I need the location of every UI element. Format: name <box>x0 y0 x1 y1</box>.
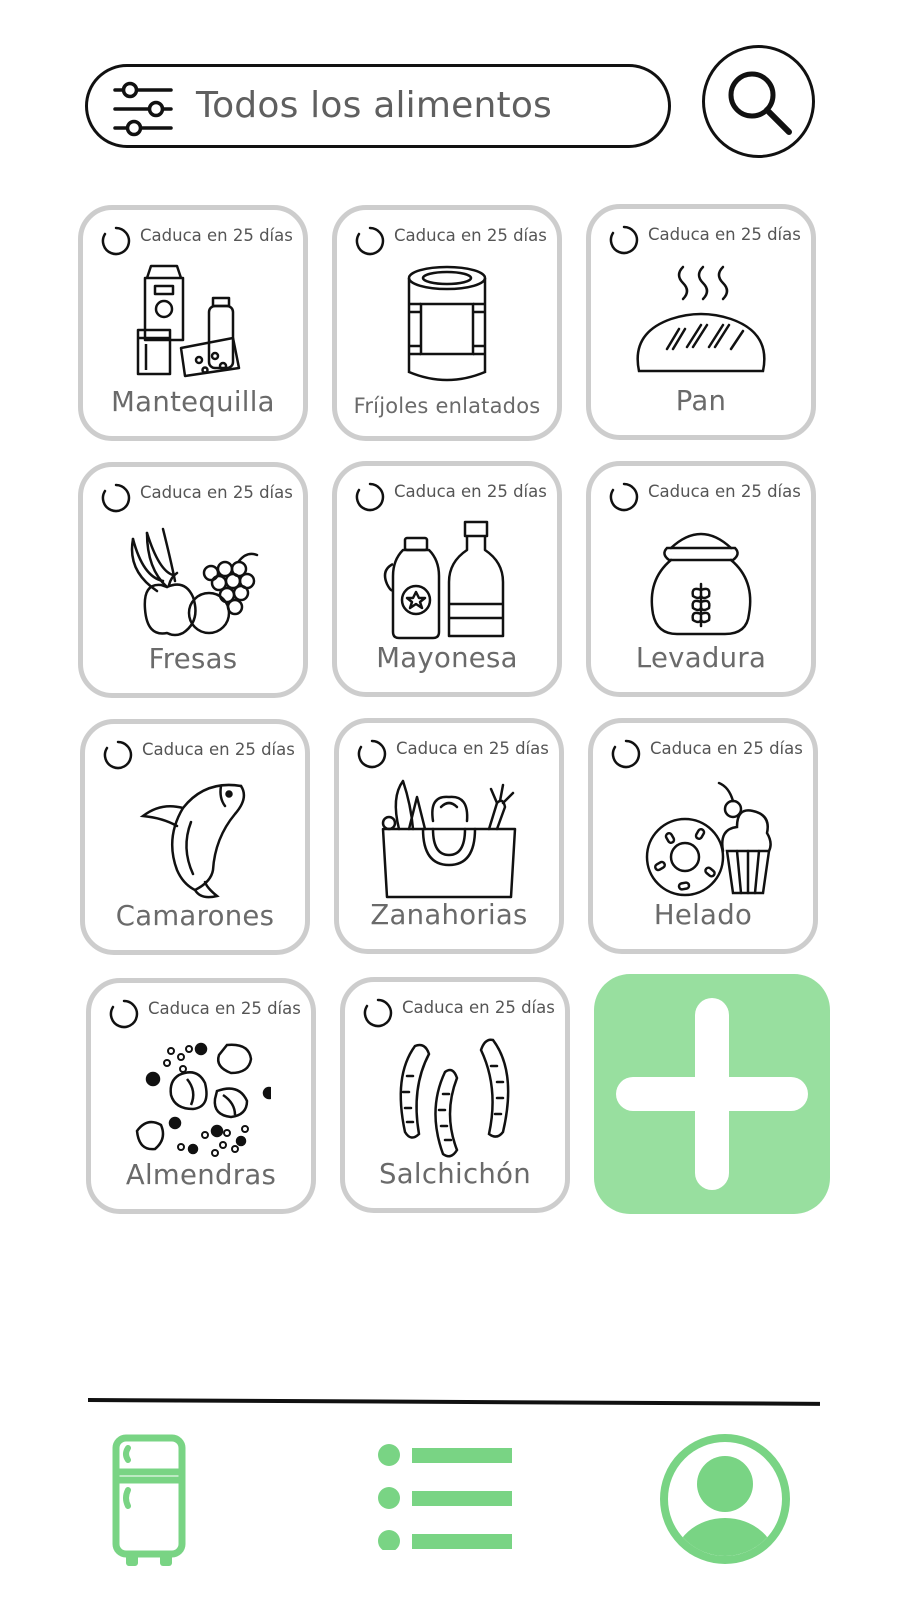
food-name: Helado <box>653 899 753 931</box>
food-card[interactable]: Caduca en 25 días Pan <box>586 204 816 440</box>
food-card[interactable]: Caduca en 25 días Zanahorias <box>334 718 564 954</box>
food-name: Levadura <box>635 642 767 674</box>
food-name: Pan <box>675 385 727 417</box>
expiry-spinner-icon <box>363 998 393 1028</box>
food-name: Almendras <box>125 1159 277 1191</box>
expiry-spinner-icon <box>357 739 387 769</box>
expiry-spinner-icon <box>355 482 385 512</box>
add-food-button[interactable] <box>594 974 830 1214</box>
expiry-spinner-icon <box>609 225 639 255</box>
nuts-seeds-icon <box>135 1042 271 1157</box>
search-icon <box>728 71 792 135</box>
food-name: Mantequilla <box>111 386 275 418</box>
expiry-label: Caduca en 25 días <box>650 739 803 758</box>
expiry-label: Caduca en 25 días <box>402 998 555 1017</box>
food-card[interactable]: Caduca en 25 días Mantequilla <box>78 205 308 441</box>
food-card[interactable]: Caduca en 25 días Fríjoles enlatados <box>332 205 562 441</box>
expiry-label: Caduca en 25 días <box>140 483 293 502</box>
food-name: Zanahorias <box>370 899 528 931</box>
food-name: Camarones <box>115 900 275 932</box>
expiry-spinner-icon <box>355 226 385 256</box>
expiry-label: Caduca en 25 días <box>648 225 801 244</box>
plus-icon-horizontal <box>616 1077 808 1111</box>
food-card[interactable]: Caduca en 25 días Fresas <box>78 462 308 698</box>
expiry-spinner-icon <box>109 999 139 1029</box>
search-bar[interactable]: Todos los alimentos <box>85 64 671 148</box>
sausages-icon <box>399 1038 510 1158</box>
food-name: Fresas <box>148 643 238 675</box>
food-card[interactable]: Caduca en 25 días Salchichón <box>340 977 570 1213</box>
expiry-label: Caduca en 25 días <box>142 740 295 759</box>
flour-sack-icon <box>650 532 752 636</box>
fridge-icon[interactable] <box>112 1434 186 1568</box>
food-card[interactable]: Caduca en 25 días Mayonesa <box>332 461 562 697</box>
expiry-spinner-icon <box>609 482 639 512</box>
dairy-icon <box>136 264 241 378</box>
expiry-label: Caduca en 25 días <box>648 482 801 501</box>
expiry-label: Caduca en 25 días <box>396 739 549 758</box>
profile-icon[interactable] <box>658 1432 792 1566</box>
bottom-nav-divider <box>87 1398 821 1406</box>
search-label[interactable]: Todos los alimentos <box>196 81 552 131</box>
filter-sliders-icon[interactable] <box>112 81 174 137</box>
list-icon[interactable] <box>376 1442 514 1550</box>
bread-icon <box>636 265 766 373</box>
canned-food-icon <box>407 265 487 382</box>
desserts-icon <box>645 781 772 897</box>
food-card[interactable]: Caduca en 25 días Helado <box>588 718 818 954</box>
expiry-spinner-icon <box>101 226 131 256</box>
fish-icon <box>139 783 246 899</box>
bottles-icon <box>383 520 505 640</box>
food-card[interactable]: Caduca en 25 días Camarones <box>80 719 310 955</box>
food-name: Salchichón <box>379 1158 531 1190</box>
expiry-spinner-icon <box>611 739 641 769</box>
search-button[interactable] <box>702 45 815 158</box>
vegetables-bag-icon <box>381 779 517 899</box>
fruits-icon <box>130 527 259 637</box>
expiry-spinner-icon <box>101 483 131 513</box>
food-name: Fríjoles enlatados <box>353 394 541 418</box>
expiry-spinner-icon <box>103 740 133 770</box>
expiry-label: Caduca en 25 días <box>394 482 547 501</box>
food-card[interactable]: Caduca en 25 días Levadura <box>586 461 816 697</box>
expiry-label: Caduca en 25 días <box>148 999 301 1018</box>
expiry-label: Caduca en 25 días <box>394 226 547 245</box>
food-name: Mayonesa <box>376 642 518 674</box>
expiry-label: Caduca en 25 días <box>140 226 293 245</box>
food-card[interactable]: Caduca en 25 días Almendras <box>86 978 316 1214</box>
